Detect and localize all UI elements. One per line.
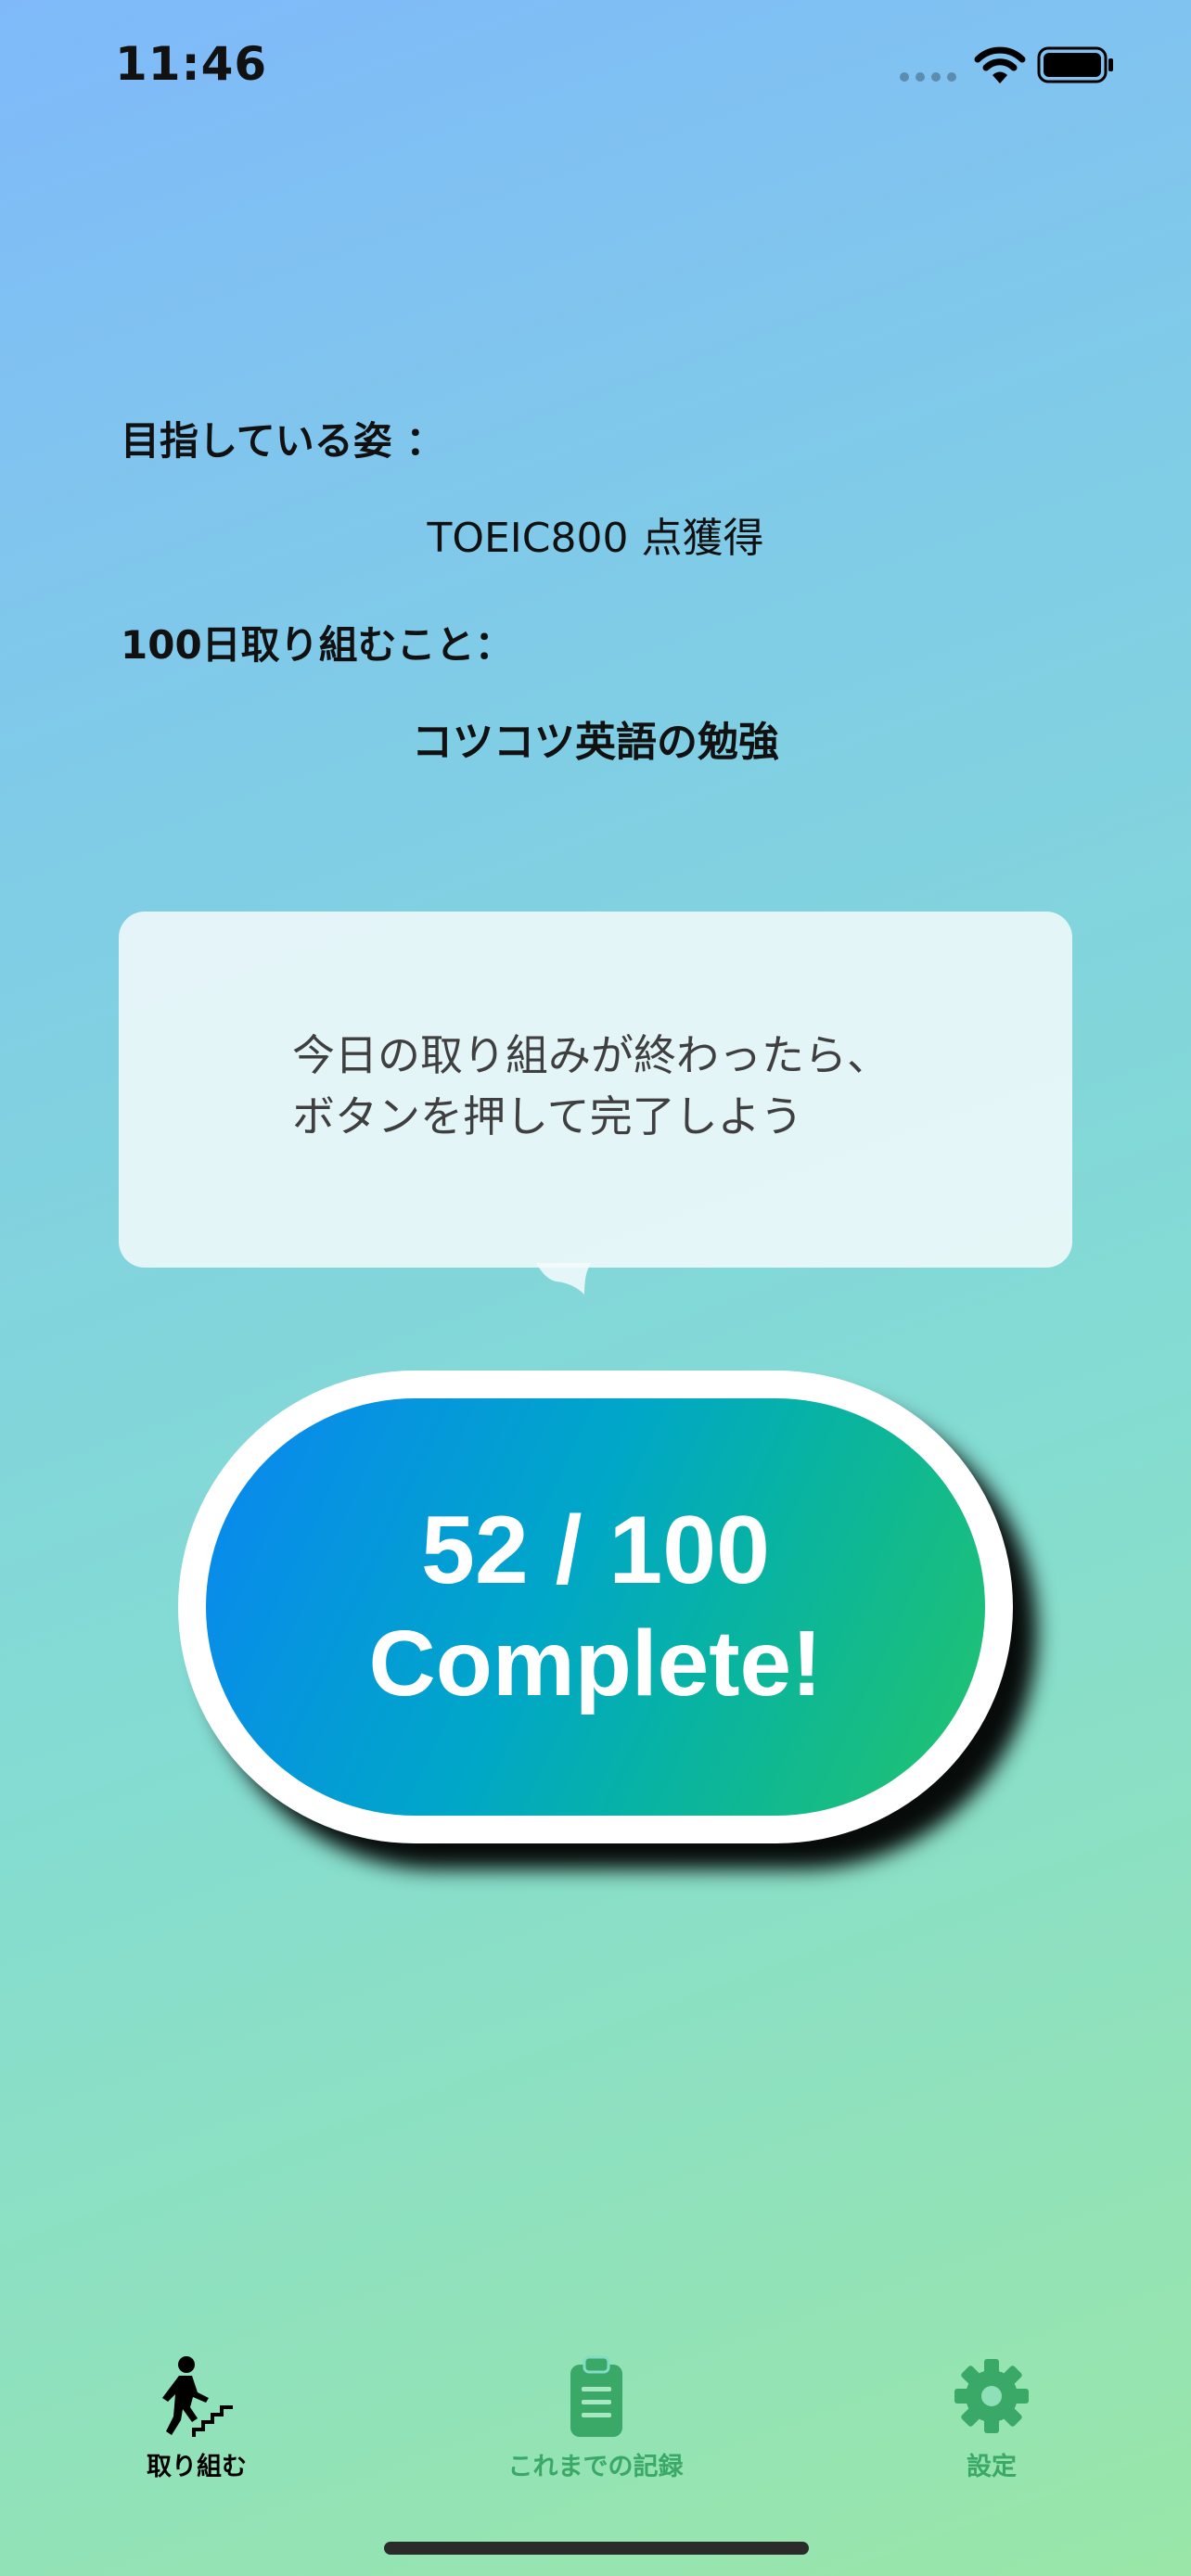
gear-icon: [954, 2359, 1029, 2433]
goal-label: 目指している姿 ：: [121, 418, 445, 464]
clipboard-icon: [570, 2355, 622, 2437]
progress-count: 52 / 100: [421, 1497, 770, 1604]
complete-button-face[interactable]: 52 / 100 Complete!: [206, 1398, 985, 1816]
speech-bubble-tail: [536, 1263, 592, 1294]
task-label: 100日取り組むこと：: [121, 622, 514, 668]
wifi-icon: [974, 46, 1026, 83]
status-time: 11:46: [115, 37, 268, 91]
signal-dots-icon: [900, 72, 957, 82]
tab-label: 設定: [967, 2453, 1017, 2481]
tab-settings[interactable]: 設定: [852, 2337, 1131, 2485]
status-bar: 11:46: [0, 0, 1191, 130]
tab-records[interactable]: これまでの記録: [456, 2337, 735, 2485]
tab-label: 取り組む: [147, 2453, 247, 2481]
home-indicator[interactable]: [384, 2542, 809, 2555]
tab-challenge[interactable]: 取り組む: [58, 2337, 336, 2485]
tab-label: これまでの記録: [507, 2453, 684, 2481]
complete-button[interactable]: 52 / 100 Complete!: [178, 1371, 1013, 1843]
tab-bar: 取り組む これまでの記録 設定: [0, 2337, 1191, 2504]
person-climbing-stairs-icon: [162, 2356, 233, 2437]
bubble-message: 今日の取り組みが終わったら、 ボタンを押して完了しよう: [292, 1030, 890, 1141]
task-value: コツコツ英語の勉強: [412, 719, 779, 766]
battery-icon: [1037, 46, 1113, 83]
goal-value: TOEIC800 点獲得: [427, 515, 764, 562]
complete-label: Complete!: [368, 1612, 823, 1715]
